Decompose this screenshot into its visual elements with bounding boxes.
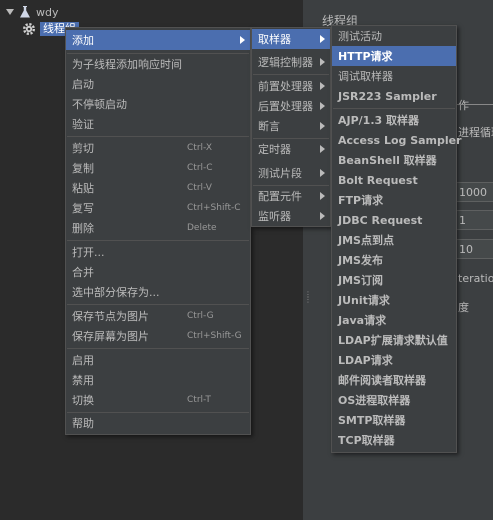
menu-item-disable[interactable]: 禁用 — [66, 370, 250, 390]
sampler-item-jdbc[interactable]: JDBC Request — [332, 210, 456, 230]
menu-separator — [253, 74, 329, 75]
sampler-item-mail-reader[interactable]: 邮件阅读者取样器 — [332, 370, 456, 390]
menu-item-validate[interactable]: 验证 — [66, 114, 250, 134]
menu-separator — [67, 348, 249, 349]
submenu-item-config-element[interactable]: 配置元件 — [252, 186, 330, 206]
menu-item-copy[interactable]: 复制 Ctrl-C — [66, 158, 250, 178]
menu-item-toggle[interactable]: 切换 Ctrl-T — [66, 390, 250, 410]
chevron-right-icon — [320, 212, 325, 220]
partial-label-2: 进程循环 — [458, 126, 493, 139]
submenu-item-logic-controller[interactable]: 逻辑控制器 — [252, 52, 330, 72]
sampler-item-os-process[interactable]: OS进程取样器 — [332, 390, 456, 410]
loop-count-field[interactable]: 10 — [452, 239, 493, 259]
sampler-item-test-action[interactable]: 测试活动 — [332, 26, 456, 46]
sampler-submenu: 测试活动 HTTP请求 调试取样器 JSR223 Sampler AJP/1.3… — [331, 25, 462, 453]
test-plan-icon — [20, 6, 30, 18]
menu-item-save-node-image[interactable]: 保存节点为图片 Ctrl-G — [66, 306, 250, 326]
submenu-item-listener[interactable]: 监听器 — [252, 206, 330, 226]
sampler-item-http-request[interactable]: HTTP请求 — [332, 46, 456, 66]
chevron-right-icon — [320, 169, 325, 177]
menu-item-delete[interactable]: 删除 Delete — [66, 218, 250, 238]
sampler-item-jms-p2p[interactable]: JMS点到点 — [332, 230, 456, 250]
sampler-item-junit[interactable]: JUnit请求 — [332, 290, 456, 310]
sampler-item-debug[interactable]: 调试取样器 — [332, 66, 456, 86]
submenu-item-pre-processor[interactable]: 前置处理器 — [252, 76, 330, 96]
sampler-item-java[interactable]: Java请求 — [332, 310, 456, 330]
submenu-item-timer[interactable]: 定时器 — [252, 139, 330, 159]
partial-label-4: 度 — [458, 301, 469, 314]
gear-icon — [22, 22, 36, 36]
menu-separator — [67, 240, 249, 241]
ramp-up-field[interactable]: 1 — [452, 210, 493, 230]
chevron-right-icon — [240, 36, 245, 44]
chevron-right-icon — [320, 122, 325, 130]
menu-item-add[interactable]: 添加 — [66, 30, 250, 50]
chevron-right-icon — [320, 102, 325, 110]
sampler-item-access-log[interactable]: Access Log Sampler — [332, 130, 462, 150]
tree-root-label: wdy — [36, 5, 59, 19]
sampler-item-jms-subscribe[interactable]: JMS订阅 — [332, 270, 456, 290]
sampler-item-ldap[interactable]: LDAP请求 — [332, 350, 456, 370]
chevron-right-icon — [320, 192, 325, 200]
submenu-item-post-processor[interactable]: 后置处理器 — [252, 96, 330, 116]
sampler-item-beanshell[interactable]: BeanShell 取样器 — [332, 150, 456, 170]
chevron-right-icon — [320, 58, 325, 66]
sampler-item-jsr223[interactable]: JSR223 Sampler — [332, 86, 456, 106]
sampler-item-ldap-ext[interactable]: LDAP扩展请求默认值 — [332, 330, 456, 350]
expand-triangle-icon[interactable] — [6, 9, 14, 15]
sampler-item-ajp[interactable]: AJP/1.3 取样器 — [332, 110, 456, 130]
menu-item-add-response-time[interactable]: 为子线程添加响应时间 — [66, 54, 250, 74]
menu-item-open[interactable]: 打开... — [66, 242, 250, 262]
sampler-item-bolt[interactable]: Bolt Request — [332, 170, 456, 190]
menu-item-cut[interactable]: 剪切 Ctrl-X — [66, 138, 250, 158]
menu-item-enable[interactable]: 启用 — [66, 350, 250, 370]
tree-node-root[interactable]: wdy — [6, 4, 59, 20]
menu-item-help[interactable]: 帮助 — [66, 413, 250, 433]
sampler-item-jms-publish[interactable]: JMS发布 — [332, 250, 456, 270]
menu-item-merge[interactable]: 合并 — [66, 262, 250, 282]
submenu-item-assertion[interactable]: 断言 — [252, 116, 330, 136]
context-menu: 添加 为子线程添加响应时间 启动 不停顿启动 验证 剪切 Ctrl-X 复制 Ctr… — [65, 27, 251, 435]
add-submenu: 取样器 逻辑控制器 前置处理器 后置处理器 断言 定时器 测试片段 配置元件 监… — [251, 27, 331, 227]
partial-label-3: teration — [458, 272, 493, 285]
menu-separator — [333, 108, 455, 109]
menu-separator — [67, 136, 249, 137]
sampler-item-tcp[interactable]: TCP取样器 — [332, 430, 456, 450]
menu-separator — [67, 304, 249, 305]
chevron-right-icon — [320, 145, 325, 153]
sampler-item-ftp[interactable]: FTP请求 — [332, 190, 456, 210]
partial-label-1: 作 — [458, 99, 469, 112]
chevron-right-icon — [320, 82, 325, 90]
menu-item-duplicate[interactable]: 复写 Ctrl+Shift-C — [66, 198, 250, 218]
sampler-item-smtp[interactable]: SMTP取样器 — [332, 410, 456, 430]
menu-item-save-screen-image[interactable]: 保存屏幕为图片 Ctrl+Shift-G — [66, 326, 250, 346]
submenu-item-test-fragment[interactable]: 测试片段 — [252, 163, 330, 183]
menu-item-save-selection[interactable]: 选中部分保存为... — [66, 282, 250, 302]
menu-item-start-no-pause[interactable]: 不停顿启动 — [66, 94, 250, 114]
chevron-right-icon — [320, 35, 325, 43]
threads-field[interactable]: 1000 — [452, 182, 493, 202]
menu-item-start[interactable]: 启动 — [66, 74, 250, 94]
menu-item-paste[interactable]: 粘贴 Ctrl-V — [66, 178, 250, 198]
submenu-item-sampler[interactable]: 取样器 — [252, 29, 330, 49]
